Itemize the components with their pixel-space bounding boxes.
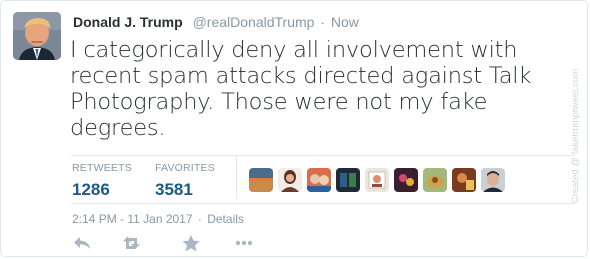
watermark-text: Created @ faketrumptweet.com xyxy=(570,69,581,203)
retweet-button[interactable] xyxy=(122,233,144,253)
favorites-label: FAVORITES xyxy=(155,162,215,174)
more-icon xyxy=(235,240,253,246)
favorites-count: 3581 xyxy=(155,180,193,199)
favoriter-avatars xyxy=(249,168,505,192)
author-name[interactable]: Donald J. Trump xyxy=(73,14,183,30)
retweet-icon xyxy=(123,236,140,249)
details-link[interactable]: Details xyxy=(207,212,244,226)
favoriter-avatar[interactable] xyxy=(336,168,360,192)
watermark: Created @ faketrumptweet.com xyxy=(570,69,581,203)
retweets-stat[interactable]: RETWEETS 1286 xyxy=(72,162,132,200)
favoriter-avatar[interactable] xyxy=(481,168,505,192)
favorite-button[interactable] xyxy=(180,233,202,253)
favoriter-avatar[interactable] xyxy=(423,168,447,192)
favoriter-avatar[interactable] xyxy=(307,168,331,192)
author-handle[interactable]: @realDonaldTrump xyxy=(193,14,315,30)
time-ago[interactable]: Now xyxy=(331,14,359,30)
favorites-stat[interactable]: FAVORITES 3581 xyxy=(155,162,215,200)
favorite-icon xyxy=(182,234,200,251)
favoriter-avatar[interactable] xyxy=(278,168,302,192)
reply-icon xyxy=(74,237,90,249)
retweets-count: 1286 xyxy=(72,180,110,199)
favoriter-avatar[interactable] xyxy=(365,168,389,192)
stats-separator xyxy=(236,156,237,199)
reply-button[interactable] xyxy=(71,233,93,253)
stats-top-divider xyxy=(71,155,575,156)
stats-bottom-divider xyxy=(71,203,575,204)
author-avatar[interactable] xyxy=(13,12,61,60)
favoriter-avatar[interactable] xyxy=(394,168,418,192)
timestamp[interactable]: 2:14 PM - 11 Jan 2017 xyxy=(72,212,193,226)
tweet-text: I categorically deny all involvement wit… xyxy=(70,37,532,141)
favoriter-avatar[interactable] xyxy=(452,168,476,192)
tweet-meta: 2:14 PM - 11 Jan 2017 · Details xyxy=(72,212,244,226)
tweet-card: Donald J. Trump @realDonaldTrump · Now I… xyxy=(0,0,588,257)
tweet-header: Donald J. Trump @realDonaldTrump · Now xyxy=(73,14,359,30)
retweets-label: RETWEETS xyxy=(72,162,132,174)
more-button[interactable] xyxy=(233,233,255,253)
meta-separator-dot: · xyxy=(197,212,202,226)
separator-dot: · xyxy=(320,14,325,30)
favoriter-avatar[interactable] xyxy=(249,168,273,192)
